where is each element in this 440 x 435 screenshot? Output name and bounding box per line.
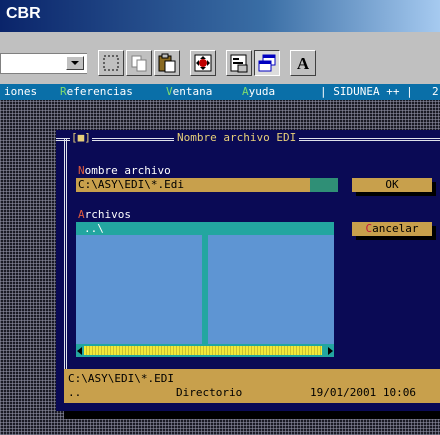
move-arrows-icon xyxy=(194,54,212,72)
info-type: Directorio xyxy=(176,386,243,399)
filename-label-hotkey: N xyxy=(78,164,85,177)
menu-item-more[interactable]: 2 xyxy=(432,84,439,100)
move-button[interactable] xyxy=(190,50,216,76)
filename-input[interactable]: C:\ASY\EDI\*.Edi xyxy=(76,178,338,192)
files-label-text: rchivos xyxy=(84,208,131,221)
ok-label: OK xyxy=(385,178,399,191)
scrollbar-track[interactable] xyxy=(84,346,322,355)
files-listbox[interactable]: ..\ xyxy=(76,222,334,357)
menu-item-ventana[interactable]: Ventana xyxy=(166,84,212,100)
scroll-left-icon[interactable] xyxy=(77,347,82,355)
dialog-title: Nombre archivo EDI xyxy=(174,131,300,145)
properties-button[interactable] xyxy=(226,50,252,76)
dialog-frame xyxy=(64,138,67,401)
menu-item-label: yuda xyxy=(248,85,276,98)
scroll-right-icon[interactable] xyxy=(328,347,333,355)
info-datetime: 19/01/2001 10:06 xyxy=(310,386,416,399)
menu-item-label: eferencias xyxy=(66,85,133,98)
files-label: Archivos xyxy=(78,208,131,221)
copy-icon xyxy=(131,55,147,72)
copy-button[interactable] xyxy=(126,50,152,76)
list-item[interactable]: ..\ xyxy=(76,222,334,235)
window-restore-button[interactable] xyxy=(254,50,280,76)
horizontal-scrollbar[interactable] xyxy=(76,344,334,357)
cancel-button[interactable]: Cancelar xyxy=(352,222,432,236)
menu-hotkey: A xyxy=(242,85,249,98)
toolbar-combo[interactable] xyxy=(0,53,87,74)
paste-clipboard-icon xyxy=(158,53,176,73)
history-arrow-icon[interactable] xyxy=(310,178,338,192)
edi-filename-dialog: [■] Nombre archivo EDI Nombre archivo C:… xyxy=(56,130,440,411)
column-separator xyxy=(202,235,208,345)
font-button[interactable]: A xyxy=(290,50,316,76)
select-rect-button[interactable] xyxy=(98,50,124,76)
files-label-hotkey: A xyxy=(78,208,85,221)
info-entry: .. xyxy=(68,386,82,399)
menu-item-opciones[interactable]: iones xyxy=(4,84,37,100)
toolbar: A xyxy=(0,32,440,85)
menu-hotkey: R xyxy=(60,85,67,98)
filename-label: Nombre archivo xyxy=(78,164,171,177)
filename-label-text: ombre archivo xyxy=(84,164,171,177)
info-path: C:\ASY\EDI\*.EDI xyxy=(68,372,174,385)
menu-hotkey: V xyxy=(166,85,173,98)
title-bar: CBR xyxy=(0,0,440,32)
font-a-icon: A xyxy=(297,54,310,73)
ok-button[interactable]: OK xyxy=(352,178,432,192)
properties-icon xyxy=(230,54,248,73)
file-info-panel: C:\ASY\EDI\*.EDI .. Directorio 19/01/200… xyxy=(64,369,440,403)
select-rect-icon xyxy=(103,55,119,71)
chevron-down-icon[interactable] xyxy=(66,56,84,70)
menu-bar: iones Referencias Ventana Ayuda | SIDUNE… xyxy=(0,84,440,100)
cancel-label: ancelar xyxy=(372,222,419,235)
menu-item-label: entana xyxy=(172,85,213,98)
paste-button[interactable] xyxy=(154,50,180,76)
close-icon[interactable]: [■] xyxy=(70,131,92,145)
font-button-label: A xyxy=(297,54,310,73)
menu-item-sidunea[interactable]: | SIDUNEA ++ | xyxy=(320,84,413,100)
menu-item-referencias[interactable]: Referencias xyxy=(60,84,133,100)
menu-item-ayuda[interactable]: Ayuda xyxy=(242,84,275,100)
window-restore-icon xyxy=(258,54,276,72)
window-title: CBR xyxy=(6,5,41,22)
